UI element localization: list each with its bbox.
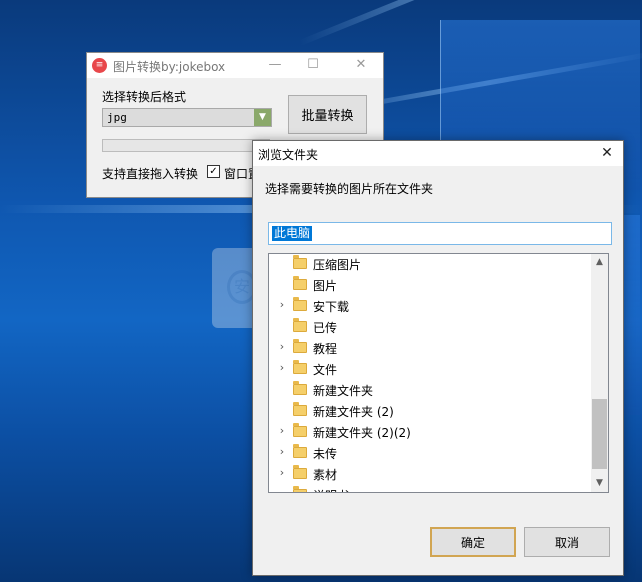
chevron-right-icon[interactable]: › [277,340,287,353]
vertical-scrollbar[interactable]: ▲ ▼ [591,254,608,492]
cancel-button[interactable]: 取消 [524,527,610,557]
ok-button[interactable]: 确定 [430,527,516,557]
chevron-right-icon[interactable]: › [277,424,287,437]
chevron-right-icon[interactable]: › [277,466,287,479]
tree-item[interactable]: › 未传 [269,442,591,463]
folder-icon [293,423,307,437]
tree-item-label: 新建文件夹 (2) [313,405,394,419]
folder-icon [293,381,307,395]
folder-icon [293,297,307,311]
tree-item-label: 已传 [313,321,338,335]
tree-item-label: 文件 [313,363,338,377]
scrollbar-thumb[interactable] [592,399,607,469]
tree-item-label: 图片 [313,279,338,293]
folder-icon [293,465,307,479]
window-top-checkbox[interactable]: ✓ [207,165,220,178]
tree-item[interactable]: 说明书 [269,484,591,492]
main-titlebar[interactable]: ≡ 图片转换by:jokebox — ☐ ✕ [87,53,383,78]
folder-icon [293,360,307,374]
folder-icon [293,255,307,269]
tree-item-label: 安下载 [313,300,350,314]
minimize-button[interactable]: — [257,53,293,78]
folder-icon [293,339,307,353]
dialog-title: 浏览文件夹 [258,148,319,162]
app-logo-icon: ≡ [92,58,107,73]
tree-item[interactable]: 已传 [269,316,591,337]
dialog-titlebar[interactable]: 浏览文件夹 ✕ [253,141,623,166]
tree-item-label: 未传 [313,447,338,461]
tree-item[interactable]: 新建文件夹 (2) [269,400,591,421]
chevron-down-icon[interactable]: ▼ [254,109,271,126]
tree-item-label: 新建文件夹 [313,384,374,398]
tree-item[interactable]: › 文件 [269,358,591,379]
tree-item[interactable]: 压缩图片 [269,254,591,274]
folder-icon [293,486,307,492]
folder-icon [293,318,307,332]
tree-item-label: 素材 [313,468,338,482]
batch-convert-button[interactable]: 批量转换 [288,95,367,134]
tree-item[interactable]: › 新建文件夹 (2)(2) [269,421,591,442]
progress-bar [102,139,270,152]
format-label: 选择转换后格式 [102,90,187,104]
maximize-button[interactable]: ☐ [295,53,331,78]
tree-item-label: 新建文件夹 (2)(2) [313,426,411,440]
check-icon: ✓ [209,166,218,177]
dialog-close-button[interactable]: ✕ [597,143,617,163]
folder-path-input[interactable]: 此电脑 [268,222,612,245]
dialog-prompt: 选择需要转换的图片所在文件夹 [265,182,434,196]
folder-icon [293,402,307,416]
folder-path-value: 此电脑 [272,226,313,241]
tree-item[interactable]: › 安下载 [269,295,591,316]
tree-item[interactable]: › 教程 [269,337,591,358]
format-select[interactable]: jpg ▼ [102,108,272,127]
folder-tree[interactable]: 压缩图片图片 › 安下载已传 › 教程 › 文件新建文件夹新建文件夹 (2) › 新建文件夹 (… [268,253,609,493]
tree-item-label: 压缩图片 [313,258,362,272]
tree-item[interactable]: 新建文件夹 [269,379,591,400]
chevron-right-icon[interactable]: › [277,445,287,458]
folder-icon [293,276,307,290]
format-value: jpg [107,111,127,124]
scroll-down-icon[interactable]: ▼ [591,475,608,492]
tree-item-label: 说明书 [313,487,349,492]
scroll-up-icon[interactable]: ▲ [591,254,608,271]
tree-item[interactable]: › 素材 [269,463,591,484]
tree-item-label: 教程 [313,342,338,356]
chevron-right-icon[interactable]: › [277,361,287,374]
close-button[interactable]: ✕ [343,53,379,78]
main-window-title: 图片转换by:jokebox [113,60,226,74]
chevron-right-icon[interactable]: › [277,298,287,311]
folder-tree-rows: 压缩图片图片 › 安下载已传 › 教程 › 文件新建文件夹新建文件夹 (2) › 新建文件夹 (… [269,254,591,492]
tree-item[interactable]: 图片 [269,274,591,295]
folder-icon [293,444,307,458]
drag-drop-label: 支持直接拖入转换 [102,167,199,181]
browse-folder-dialog: 浏览文件夹 ✕ 选择需要转换的图片所在文件夹 此电脑 压缩图片图片 › 安下载已传 ›… [252,140,624,576]
